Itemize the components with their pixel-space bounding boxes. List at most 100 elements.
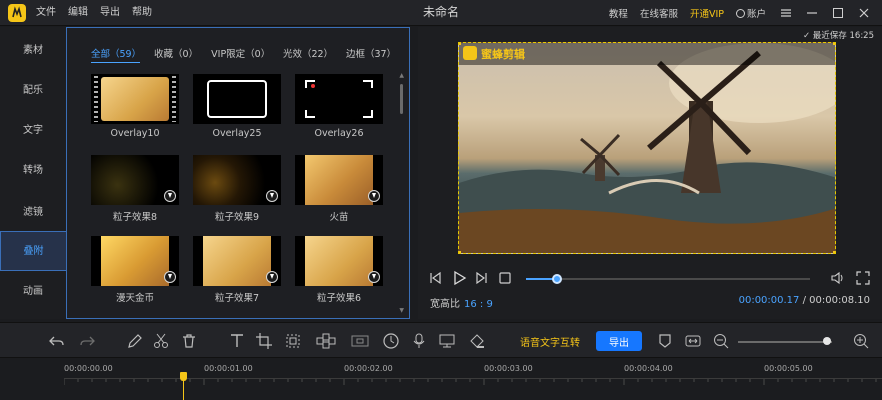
export-button[interactable]: 导出 — [596, 331, 642, 351]
volume-icon[interactable] — [830, 271, 846, 288]
download-icon[interactable] — [266, 271, 278, 283]
overlay-tile[interactable]: Overlay10 — [91, 74, 179, 139]
overlay-tile[interactable]: 粒子效果7 — [193, 236, 281, 304]
preview-canvas[interactable]: 蜜蜂剪辑 — [458, 42, 836, 254]
tile-label: Overlay26 — [314, 128, 364, 139]
microphone-icon[interactable] — [410, 332, 428, 350]
time-tick: 00:00:03.00 — [484, 364, 533, 373]
sidebar-item-animation[interactable]: 动画 — [0, 272, 66, 312]
tab-vip[interactable]: VIP限定（0） — [211, 46, 270, 63]
tile-thumbnail — [295, 155, 383, 205]
zoom-in-icon[interactable] — [852, 332, 870, 350]
aspect-ratio-value: 16 : 9 — [464, 299, 493, 310]
text-tool-icon[interactable] — [228, 332, 246, 350]
scroll-up-icon[interactable]: ▲ — [399, 72, 404, 79]
maximize-icon[interactable] — [830, 5, 846, 21]
seek-bar[interactable] — [526, 274, 810, 284]
sidebar-item-transition[interactable]: 转场 — [0, 151, 66, 191]
resize-handle[interactable] — [459, 43, 461, 45]
resize-icon[interactable] — [284, 332, 302, 350]
fit-timeline-icon[interactable] — [684, 332, 702, 350]
redo-icon[interactable] — [78, 332, 96, 350]
menu-export[interactable]: 导出 — [100, 0, 120, 26]
overlay-tile[interactable]: 粒子效果9 — [193, 155, 281, 223]
speed-icon[interactable] — [382, 332, 400, 350]
download-icon[interactable] — [266, 190, 278, 202]
tab-borders[interactable]: 边框（37） — [346, 46, 396, 63]
aspect-ratio[interactable]: 宽高比 16 : 9 — [430, 295, 493, 310]
overlay-tile[interactable]: 粒子效果8 — [91, 155, 179, 223]
autosave-text: 最近保存 16:25 — [812, 31, 874, 41]
resize-handle[interactable] — [833, 251, 835, 253]
time-tick: 00:00:00.00 — [64, 364, 113, 373]
color-fill-icon[interactable] — [468, 332, 486, 350]
tile-thumbnail — [91, 236, 179, 286]
minimize-icon[interactable] — [804, 5, 820, 21]
menu-file[interactable]: 文件 — [36, 0, 56, 26]
category-tabs: 全部（59） 收藏（0） VIP限定（0） 光效（22） 边框（37） — [91, 46, 409, 63]
download-icon[interactable] — [368, 190, 380, 202]
sidebar-item-overlay[interactable]: 叠附 — [0, 231, 66, 271]
fullscreen-icon[interactable] — [856, 271, 870, 288]
freeze-frame-icon[interactable] — [350, 332, 369, 350]
tile-label: Overlay25 — [212, 128, 262, 139]
next-frame-icon[interactable] — [475, 271, 489, 288]
delete-icon[interactable] — [180, 332, 198, 350]
sidebar-item-filter[interactable]: 滤镜 — [0, 193, 66, 233]
crop-icon[interactable] — [255, 332, 273, 350]
scrollbar-thumb[interactable] — [400, 84, 403, 114]
zoom-slider-knob[interactable] — [823, 337, 832, 345]
undo-icon[interactable] — [48, 332, 66, 350]
timeline[interactable]: 00:00:00.00 00:00:01.00 00:00:02.00 00:0… — [0, 358, 882, 400]
zoom-slider[interactable] — [738, 341, 832, 343]
support-link[interactable]: 在线客服 — [640, 6, 678, 20]
resize-handle[interactable] — [459, 251, 461, 253]
overlay-tile[interactable]: Overlay25 — [193, 74, 281, 139]
speech-to-text-link[interactable]: 语音文字互转 — [520, 334, 580, 349]
sidebar-item-music[interactable]: 配乐 — [0, 71, 66, 111]
download-icon[interactable] — [164, 190, 176, 202]
overlay-tile[interactable]: 粒子效果6 — [295, 236, 383, 304]
resize-handle[interactable] — [833, 43, 835, 45]
tile-thumbnail — [91, 155, 179, 205]
download-icon[interactable] — [368, 271, 380, 283]
tab-favorites[interactable]: 收藏（0） — [154, 46, 198, 63]
tile-thumbnail — [193, 236, 281, 286]
tutorial-link[interactable]: 教程 — [609, 6, 628, 20]
previous-frame-icon[interactable] — [428, 271, 442, 288]
vip-link[interactable]: 开通VIP — [690, 6, 724, 20]
mosaic-icon[interactable] — [316, 332, 336, 350]
tab-all[interactable]: 全部（59） — [91, 46, 141, 63]
screen-record-icon[interactable] — [438, 332, 456, 350]
overlay-tile[interactable]: Overlay26 — [295, 74, 383, 139]
tab-light-effects[interactable]: 光效（22） — [283, 46, 333, 63]
time-tick: 00:00:02.00 — [344, 364, 393, 373]
close-icon[interactable] — [856, 5, 872, 21]
stop-icon[interactable] — [499, 272, 511, 287]
time-readout: 00:00:00.17 / 00:00:08.10 — [739, 295, 870, 306]
menu-edit[interactable]: 编辑 — [68, 0, 88, 26]
account-link[interactable]: 账户 — [735, 6, 766, 20]
zoom-out-icon[interactable] — [712, 332, 730, 350]
brand-logo-icon — [463, 46, 477, 60]
brand-watermark: 蜜蜂剪辑 — [481, 48, 525, 61]
download-icon[interactable] — [164, 271, 176, 283]
scissors-icon[interactable] — [152, 332, 170, 350]
sidebar-item-text[interactable]: 文字 — [0, 111, 66, 151]
tile-thumbnail — [91, 74, 179, 124]
overlay-tile[interactable]: 火苗 — [295, 155, 383, 223]
tile-thumbnail — [295, 236, 383, 286]
tile-thumbnail — [295, 74, 383, 124]
scroll-down-icon[interactable]: ▼ — [399, 307, 404, 314]
marker-icon[interactable] — [656, 332, 674, 350]
settings-menu-icon[interactable] — [778, 5, 794, 21]
sidebar-item-media[interactable]: 素材 — [0, 31, 66, 71]
play-icon[interactable] — [451, 270, 467, 289]
menu-help[interactable]: 帮助 — [132, 0, 152, 26]
tile-label: Overlay10 — [110, 128, 160, 139]
check-icon: ✓ — [802, 31, 813, 41]
pencil-icon[interactable] — [126, 332, 144, 350]
tile-label: 粒子效果6 — [316, 293, 362, 304]
overlay-tile[interactable]: 漫天金币 — [91, 236, 179, 304]
playhead-line — [183, 380, 184, 400]
